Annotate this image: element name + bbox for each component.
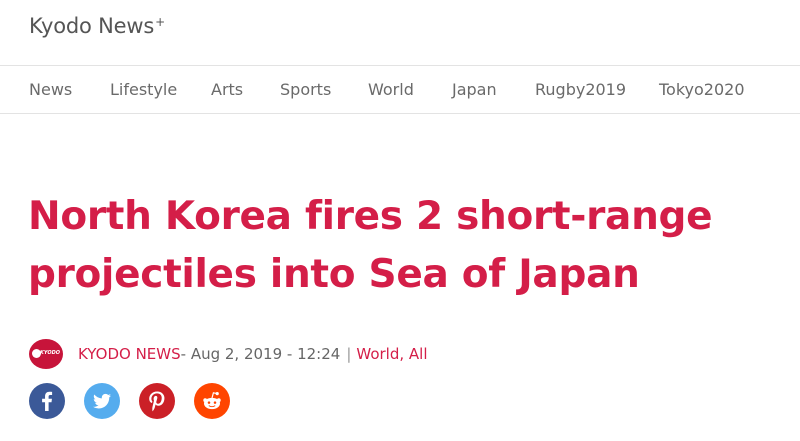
reddit-icon: [203, 392, 221, 410]
site-logo[interactable]: Kyodo News+: [29, 14, 165, 38]
nav-item-japan[interactable]: Japan: [452, 80, 497, 99]
pinterest-icon: [149, 391, 165, 412]
author-avatar[interactable]: KYODO: [29, 339, 63, 369]
main-nav: News Lifestyle Arts Sports World Japan R…: [0, 66, 800, 114]
category-links[interactable]: World, All: [356, 345, 427, 363]
facebook-icon: [42, 391, 53, 411]
nav-item-rugby2019[interactable]: Rugby2019: [535, 80, 626, 99]
article-headline: North Korea fires 2 short-range projecti…: [28, 188, 788, 304]
site-header: Kyodo News+: [0, 0, 800, 66]
nav-item-sports[interactable]: Sports: [280, 80, 331, 99]
headline-line-1: North Korea fires 2 short-range: [28, 194, 713, 239]
avatar-text: KYODO: [40, 350, 60, 356]
publish-date: - Aug 2, 2019 - 12:24: [180, 345, 341, 363]
nav-item-tokyo2020[interactable]: Tokyo2020: [659, 80, 745, 99]
article-byline: KYODO KYODO NEWS - Aug 2, 2019 - 12:24 |…: [29, 339, 428, 369]
nav-item-news[interactable]: News: [29, 80, 72, 99]
site-logo-text: Kyodo News: [29, 14, 155, 38]
share-twitter-button[interactable]: [84, 383, 120, 419]
share-pinterest-button[interactable]: [139, 383, 175, 419]
site-logo-plus: +: [155, 15, 165, 29]
twitter-icon: [93, 393, 112, 409]
share-reddit-button[interactable]: [194, 383, 230, 419]
nav-item-arts[interactable]: Arts: [211, 80, 243, 99]
nav-item-world[interactable]: World: [368, 80, 414, 99]
byline-separator: |: [346, 345, 352, 363]
headline-line-2: projectiles into Sea of Japan: [28, 252, 640, 297]
nav-item-lifestyle[interactable]: Lifestyle: [110, 80, 177, 99]
share-bar: [29, 383, 249, 419]
share-facebook-button[interactable]: [29, 383, 65, 419]
author-link[interactable]: KYODO NEWS: [78, 345, 181, 363]
